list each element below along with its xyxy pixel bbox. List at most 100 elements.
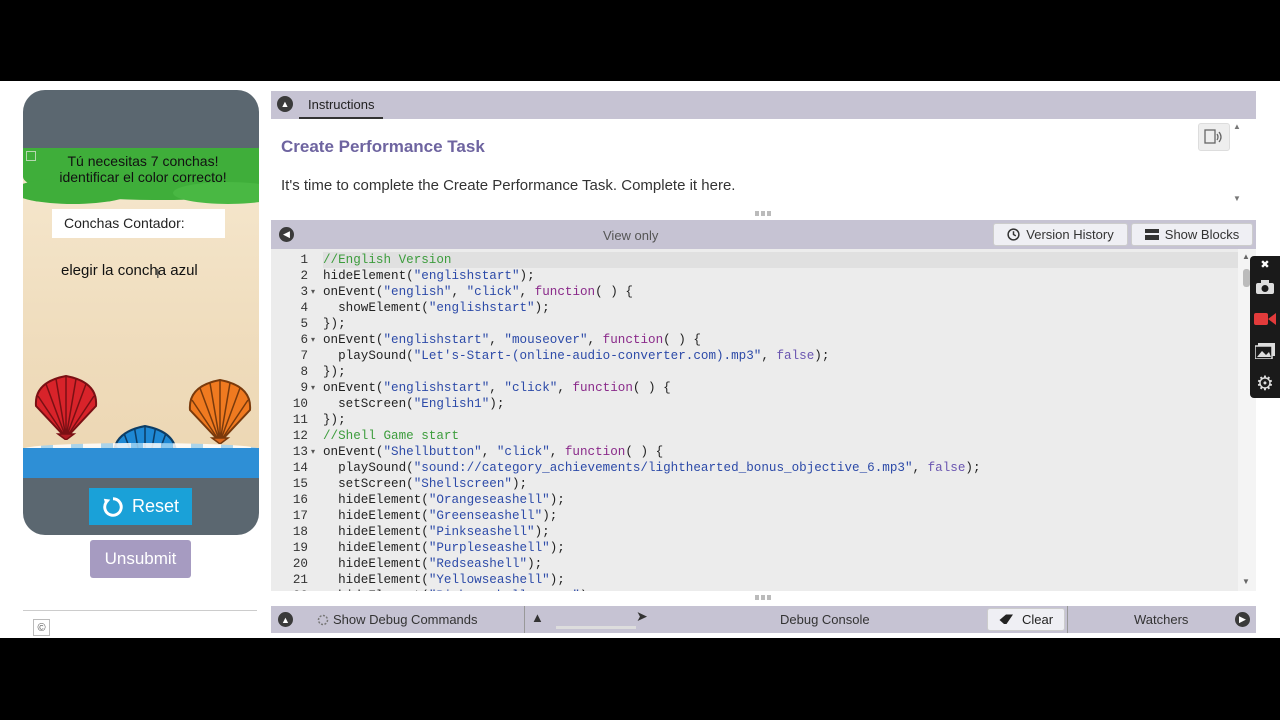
code-line[interactable]: }); [323, 412, 1238, 428]
divider [1067, 606, 1068, 633]
code-line[interactable]: setScreen("Shellscreen"); [323, 476, 1238, 492]
code-token: setScreen( [323, 477, 414, 491]
clear-console-button[interactable]: Clear [987, 608, 1065, 631]
line-number: 2 [300, 269, 308, 283]
code-line[interactable]: hideElement("Pinkseashellanswer"); [323, 588, 1238, 591]
code-line[interactable]: playSound("Let's-Start-(online-audio-con… [323, 348, 1238, 364]
turtle-icon: ▲ [531, 610, 544, 625]
code-token: ); [814, 349, 830, 363]
version-history-button[interactable]: Version History [993, 223, 1128, 246]
expand-watchers-icon[interactable]: ▶ [1235, 612, 1250, 627]
code-line[interactable]: onEvent("englishstart", "click", functio… [323, 380, 1238, 396]
code-token: "English1" [413, 397, 490, 411]
collapse-left-icon[interactable]: ◀ [279, 227, 294, 242]
code-token: "Pinkseashellanswer" [429, 589, 580, 591]
code-line[interactable]: }); [323, 316, 1238, 332]
settings-gear-icon[interactable]: ⚙ [1254, 372, 1276, 395]
code-token: hideElement( [323, 493, 429, 507]
code-editor[interactable]: 123▾456▾789▾10111213▾141516171819202122 … [271, 249, 1256, 591]
code-token: "englishstart" [428, 301, 535, 315]
close-icon[interactable]: ✖ [1254, 258, 1276, 271]
code-token: }); [323, 365, 346, 379]
code-line[interactable]: hideElement("Greenseashell"); [323, 508, 1238, 524]
code-token: ); [542, 509, 558, 523]
watchers-label: Watchers [1134, 612, 1189, 627]
line-number-gutter: 123▾456▾789▾10111213▾141516171819202122 [271, 249, 321, 591]
camera-icon[interactable] [1254, 276, 1276, 298]
clock-icon [1007, 228, 1020, 241]
copyright-icon[interactable]: © [33, 619, 50, 636]
line-number: 7 [300, 349, 308, 363]
fold-toggle-icon[interactable]: ▾ [311, 332, 315, 348]
code-line[interactable]: hideElement("Redseashell"); [323, 556, 1238, 572]
scroll-up-icon[interactable]: ▲ [1242, 252, 1250, 261]
tab-instructions[interactable]: Instructions [299, 91, 384, 119]
code-token: playSound( [323, 349, 414, 363]
line-number: 10 [292, 397, 308, 411]
code-token: ); [534, 525, 550, 539]
instructions-header: ▲ Instructions [271, 91, 1256, 119]
code-token: "Redseashell" [428, 557, 528, 571]
scroll-down-icon[interactable]: ▼ [1233, 194, 1241, 203]
code-line[interactable]: hideElement("Yellowseashell"); [323, 572, 1238, 588]
reset-button[interactable]: Reset [89, 488, 192, 525]
code-line[interactable]: onEvent("englishstart", "mouseover", fun… [323, 332, 1238, 348]
code-token: onEvent( [323, 285, 384, 299]
show-debug-commands-button[interactable]: Show Debug Commands [317, 612, 478, 627]
code-token: , [489, 381, 505, 395]
scroll-up-icon[interactable]: ▲ [1233, 122, 1241, 131]
fold-toggle-icon[interactable]: ▾ [311, 444, 315, 460]
line-number: 6 [300, 333, 308, 347]
unsubmit-button[interactable]: Unsubmit [90, 540, 191, 578]
code-token: "click" [496, 445, 550, 459]
code-token: ); [549, 541, 565, 555]
code-line[interactable]: hideElement("Orangeseashell"); [323, 492, 1238, 508]
line-number: 9 [300, 381, 308, 395]
red-seashell[interactable] [30, 374, 102, 440]
scrollbar-thumb[interactable] [1243, 269, 1250, 287]
code-line[interactable]: }); [323, 364, 1238, 380]
line-number: 20 [292, 557, 308, 571]
code-token: showElement( [323, 301, 429, 315]
speed-slider[interactable]: ▲ ➤ [531, 608, 656, 631]
code-line[interactable]: //Shell Game start [323, 428, 1238, 444]
fold-toggle-icon[interactable]: ▾ [311, 380, 315, 396]
code-token: ); [519, 269, 535, 283]
code-line[interactable]: onEvent("english", "click", function( ) … [323, 284, 1238, 300]
video-record-icon[interactable] [1254, 308, 1276, 330]
resize-handle[interactable] [755, 595, 773, 600]
image-gallery-icon[interactable] [1254, 340, 1276, 362]
scroll-down-icon[interactable]: ▼ [1242, 577, 1250, 586]
line-number: 8 [300, 365, 308, 379]
app-screen[interactable]: Tú necesitas 7 conchas! identificar el c… [23, 148, 259, 478]
code-line[interactable]: //English Version [323, 252, 1238, 268]
collapse-instructions-icon[interactable]: ▲ [277, 96, 293, 112]
show-blocks-button[interactable]: Show Blocks [1131, 223, 1253, 246]
view-only-label: View only [603, 228, 659, 243]
code-line[interactable]: hideElement("Pinkseashell"); [323, 524, 1238, 540]
orange-seashell[interactable] [184, 378, 256, 444]
code-token: function [602, 333, 664, 347]
code-line[interactable]: playSound("sound://category_achievements… [323, 460, 1238, 476]
code-line[interactable]: onEvent("Shellbutton", "click", function… [323, 444, 1238, 460]
code-token: onEvent( [323, 445, 384, 459]
speed-slider-track[interactable] [556, 626, 636, 629]
code-workspace-header: ◀ View only Version History Show Blocks [271, 220, 1256, 249]
code-line[interactable]: hideElement("Purpleseashell"); [323, 540, 1238, 556]
code-line[interactable]: showElement("englishstart"); [323, 300, 1238, 316]
fold-toggle-icon[interactable]: ▾ [311, 284, 315, 300]
code-token: "englishstart" [383, 333, 490, 347]
code-text-area[interactable]: //English Version hideElement("englishsta… [323, 249, 1238, 591]
resize-handle[interactable] [755, 211, 773, 216]
line-number: 3 [300, 285, 308, 299]
show-debug-commands-label: Show Debug Commands [333, 612, 478, 627]
code-token: ); [549, 493, 565, 507]
code-line[interactable]: setScreen("English1"); [323, 396, 1238, 412]
line-number: 4 [300, 301, 308, 315]
sea-water [23, 448, 259, 478]
expand-debug-icon[interactable]: ▲ [278, 612, 293, 627]
text-to-speech-button[interactable] [1198, 123, 1230, 151]
screen-recorder-toolbar: ✖ ⚙ [1250, 256, 1280, 398]
code-line[interactable]: hideElement("englishstart"); [323, 268, 1238, 284]
code-token: hideElement( [323, 573, 429, 587]
